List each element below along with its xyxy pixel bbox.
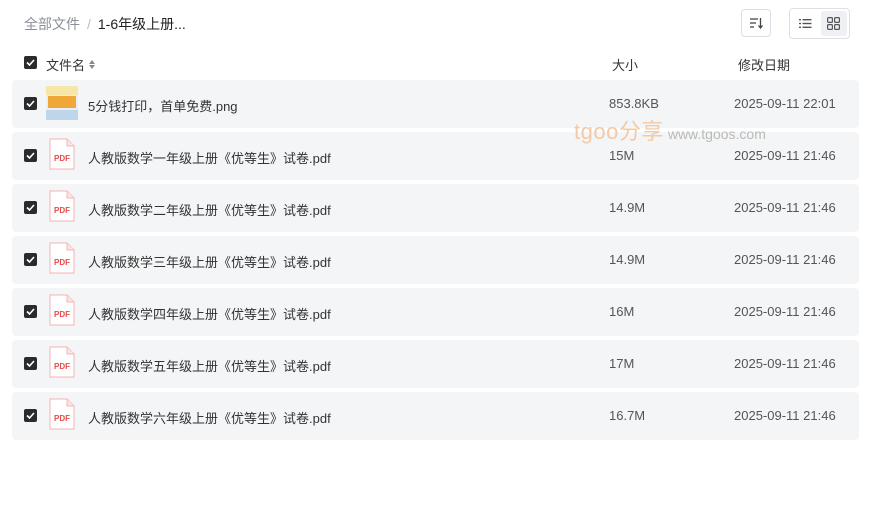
column-header-size: 大小 [612,58,639,73]
breadcrumb-root-link[interactable]: 全部文件 [24,14,80,34]
column-header-name[interactable]: 文件名 [46,55,96,74]
file-size: 15M [609,148,635,163]
row-checkbox[interactable] [24,149,37,162]
breadcrumb: 全部文件 / 1-6年级上册... [24,14,186,34]
file-modified-date: 2025-09-11 21:46 [734,252,836,267]
file-row[interactable]: PDF 人教版数学三年级上册《优等生》试卷.pdf 14.9M 2025-09-… [12,236,859,284]
file-name[interactable]: 人教版数学六年级上册《优等生》试卷.pdf [88,408,331,427]
checkmark-icon [26,360,35,367]
checkmark-icon [26,256,35,263]
file-browser: 全部文件 / 1-6年级上册... 文件名 大小 修改日期 5分钱打印，首单免费… [0,0,874,514]
row-checkbox[interactable] [24,97,37,110]
sort-arrows-icon [89,60,96,69]
column-header-name-label: 文件名 [46,58,86,73]
file-row[interactable]: PDF 人教版数学六年级上册《优等生》试卷.pdf 16.7M 2025-09-… [12,392,859,440]
file-thumbnail: PDF [46,346,78,380]
file-thumbnail: PDF [46,190,78,224]
file-size: 14.9M [609,200,646,215]
svg-text:PDF: PDF [54,310,70,319]
file-name[interactable]: 人教版数学四年级上册《优等生》试卷.pdf [88,304,331,323]
file-thumbnail: PDF [46,242,78,276]
pdf-file-icon: PDF [49,294,75,326]
pdf-file-icon: PDF [49,346,75,378]
svg-text:PDF: PDF [54,258,70,267]
list-view-button[interactable] [792,11,819,36]
file-name[interactable]: 人教版数学二年级上册《优等生》试卷.pdf [88,200,331,219]
view-toggle [789,8,850,39]
file-size: 853.8KB [609,96,659,111]
grid-icon [827,17,841,30]
file-row[interactable]: 5分钱打印，首单免费.png 853.8KB 2025-09-11 22:01 [12,80,859,128]
checkmark-icon [26,204,35,211]
image-thumbnail [46,86,78,120]
checkmark-icon [26,412,35,419]
svg-text:PDF: PDF [54,154,70,163]
file-modified-date: 2025-09-11 21:46 [734,148,836,163]
file-size: 16.7M [609,408,646,423]
row-checkbox[interactable] [24,357,37,370]
file-row[interactable]: PDF 人教版数学一年级上册《优等生》试卷.pdf 15M 2025-09-11… [12,132,859,180]
select-all-checkbox[interactable] [24,56,37,69]
file-modified-date: 2025-09-11 21:46 [734,304,836,319]
list-icon [798,19,812,28]
row-checkbox[interactable] [24,253,37,266]
grid-view-button[interactable] [820,11,847,36]
breadcrumb-current-folder: 1-6年级上册... [97,16,186,32]
file-size: 14.9M [609,252,646,267]
file-size: 17M [609,356,635,371]
file-row[interactable]: PDF 人教版数学五年级上册《优等生》试卷.pdf 17M 2025-09-11… [12,340,859,388]
file-modified-date: 2025-09-11 22:01 [734,96,836,111]
svg-text:PDF: PDF [54,362,70,371]
file-modified-date: 2025-09-11 21:46 [734,356,836,371]
svg-text:PDF: PDF [54,206,70,215]
sort-button[interactable] [741,9,771,37]
sort-lines-icon [750,18,763,29]
file-thumbnail: PDF [46,398,78,432]
file-modified-date: 2025-09-11 21:46 [734,200,836,215]
file-thumbnail: PDF [46,294,78,328]
file-name[interactable]: 5分钱打印，首单免费.png [88,96,238,115]
file-name[interactable]: 人教版数学三年级上册《优等生》试卷.pdf [88,252,331,271]
checkmark-icon [26,308,35,315]
file-row[interactable]: PDF 人教版数学二年级上册《优等生》试卷.pdf 14.9M 2025-09-… [12,184,859,232]
pdf-file-icon: PDF [49,242,75,274]
row-checkbox[interactable] [24,409,37,422]
file-row[interactable]: PDF 人教版数学四年级上册《优等生》试卷.pdf 16M 2025-09-11… [12,288,859,336]
checkmark-icon [26,152,35,159]
file-thumbnail: PDF [46,138,78,172]
table-header: 文件名 大小 修改日期 [0,52,874,76]
file-modified-date: 2025-09-11 21:46 [734,408,836,423]
column-header-date: 修改日期 [738,58,791,73]
svg-text:PDF: PDF [54,414,70,423]
file-thumbnail [46,86,78,120]
row-checkbox[interactable] [24,305,37,318]
file-list: 5分钱打印，首单免费.png 853.8KB 2025-09-11 22:01 … [12,80,859,444]
pdf-file-icon: PDF [49,138,75,170]
breadcrumb-separator: / [87,16,91,32]
file-size: 16M [609,304,635,319]
row-checkbox[interactable] [24,201,37,214]
checkmark-icon [26,59,35,66]
checkmark-icon [26,100,35,107]
pdf-file-icon: PDF [49,398,75,430]
pdf-file-icon: PDF [49,190,75,222]
file-name[interactable]: 人教版数学五年级上册《优等生》试卷.pdf [88,356,331,375]
file-name[interactable]: 人教版数学一年级上册《优等生》试卷.pdf [88,148,331,167]
